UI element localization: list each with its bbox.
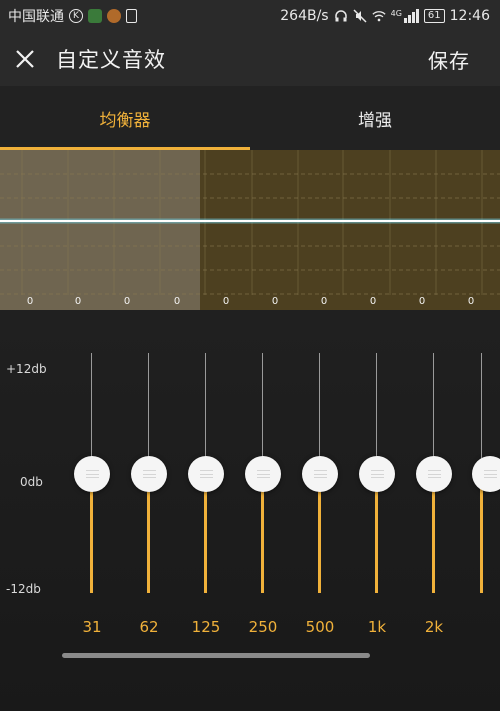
slider-track-upper[interactable]	[205, 353, 206, 473]
battery-icon: 61	[423, 9, 445, 23]
wifi-icon	[372, 9, 386, 23]
orange-app-icon	[107, 9, 121, 23]
signal-icon: 4G	[391, 9, 419, 23]
eq-curve-preview[interactable]: 0 0 0 0 0 0 0 0 0 0	[0, 150, 500, 310]
band-frequency-label: 1k	[367, 618, 387, 636]
status-left: 中国联通 K	[8, 6, 137, 26]
slider-knob[interactable]	[245, 456, 281, 492]
db-label-max: +12db	[6, 362, 47, 376]
slider-knob[interactable]	[74, 456, 110, 492]
band-frequency-label: 31	[82, 618, 102, 636]
preview-value-label: 0	[123, 296, 131, 307]
slider-track-lower[interactable]	[480, 473, 483, 593]
preview-value-label: 0	[173, 296, 181, 307]
eq-band: 31	[62, 310, 122, 650]
band-frequency-label: 62	[139, 618, 159, 636]
preview-grid	[0, 150, 500, 295]
eq-band: 250	[233, 310, 293, 650]
page-title: 自定义音效	[56, 48, 166, 72]
eq-band: 62	[119, 310, 179, 650]
grip-icon	[313, 470, 327, 478]
network-speed: 264B/s	[280, 8, 329, 24]
battery-level: 61	[427, 10, 441, 21]
grip-icon	[199, 470, 213, 478]
eq-band: 1k	[347, 310, 407, 650]
slider-knob[interactable]	[188, 456, 224, 492]
status-bar: 中国联通 K 264B/s 4G 61 12:46	[0, 0, 500, 32]
slider-track-upper[interactable]	[433, 353, 434, 473]
carrier-k-icon: K	[69, 9, 83, 23]
headset-icon	[334, 9, 348, 23]
grip-icon	[427, 470, 441, 478]
save-button[interactable]: 保存	[428, 45, 470, 74]
clock: 12:46	[449, 8, 490, 24]
grip-icon	[85, 470, 99, 478]
tab-enhance[interactable]: 增强	[250, 86, 500, 150]
slider-track-upper[interactable]	[481, 353, 482, 473]
tab-equalizer[interactable]: 均衡器	[0, 86, 250, 150]
grip-icon	[483, 470, 497, 478]
close-icon	[16, 50, 34, 68]
carrier-name: 中国联通	[8, 9, 64, 25]
grip-icon	[370, 470, 384, 478]
eq-band: 125	[176, 310, 236, 650]
band-frequency-label: 500	[305, 618, 335, 636]
eq-band-partial	[461, 310, 500, 650]
document-icon	[126, 9, 137, 23]
preview-value-label: 0	[271, 296, 279, 307]
preview-value-label: 0	[369, 296, 377, 307]
slider-knob[interactable]	[359, 456, 395, 492]
grip-icon	[142, 470, 156, 478]
preview-value-label: 0	[467, 296, 475, 307]
grip-icon	[256, 470, 270, 478]
close-button[interactable]	[0, 32, 50, 86]
preview-value-label: 0	[26, 296, 34, 307]
band-frequency-label: 125	[191, 618, 221, 636]
green-app-icon	[88, 9, 102, 23]
db-label-zero: 0db	[20, 475, 43, 489]
preview-value-label: 0	[320, 296, 328, 307]
equalizer-panel: +12db 0db -12db 31 62 125 250 500 1k 2k	[0, 310, 500, 711]
slider-track-upper[interactable]	[262, 353, 263, 473]
slider-knob[interactable]	[472, 456, 500, 492]
slider-track-upper[interactable]	[319, 353, 320, 473]
band-frequency-label: 250	[248, 618, 278, 636]
band-frequency-label: 2k	[424, 618, 444, 636]
status-right: 264B/s 4G 61 12:46	[280, 8, 490, 24]
horizontal-scrollbar[interactable]	[62, 653, 370, 658]
eq-band: 500	[290, 310, 350, 650]
preview-value-label: 0	[418, 296, 426, 307]
slider-knob[interactable]	[131, 456, 167, 492]
preview-value-label: 0	[74, 296, 82, 307]
slider-track-upper[interactable]	[376, 353, 377, 473]
preview-value-label: 0	[222, 296, 230, 307]
network-type: 4G	[390, 9, 402, 18]
slider-track-upper[interactable]	[91, 353, 92, 473]
mute-icon	[353, 9, 367, 23]
slider-knob[interactable]	[416, 456, 452, 492]
slider-knob[interactable]	[302, 456, 338, 492]
db-label-min: -12db	[6, 582, 41, 596]
slider-track-upper[interactable]	[148, 353, 149, 473]
tab-bar: 均衡器 增强	[0, 86, 500, 150]
app-bar: 自定义音效 保存	[0, 32, 500, 86]
eq-band: 2k	[404, 310, 464, 650]
